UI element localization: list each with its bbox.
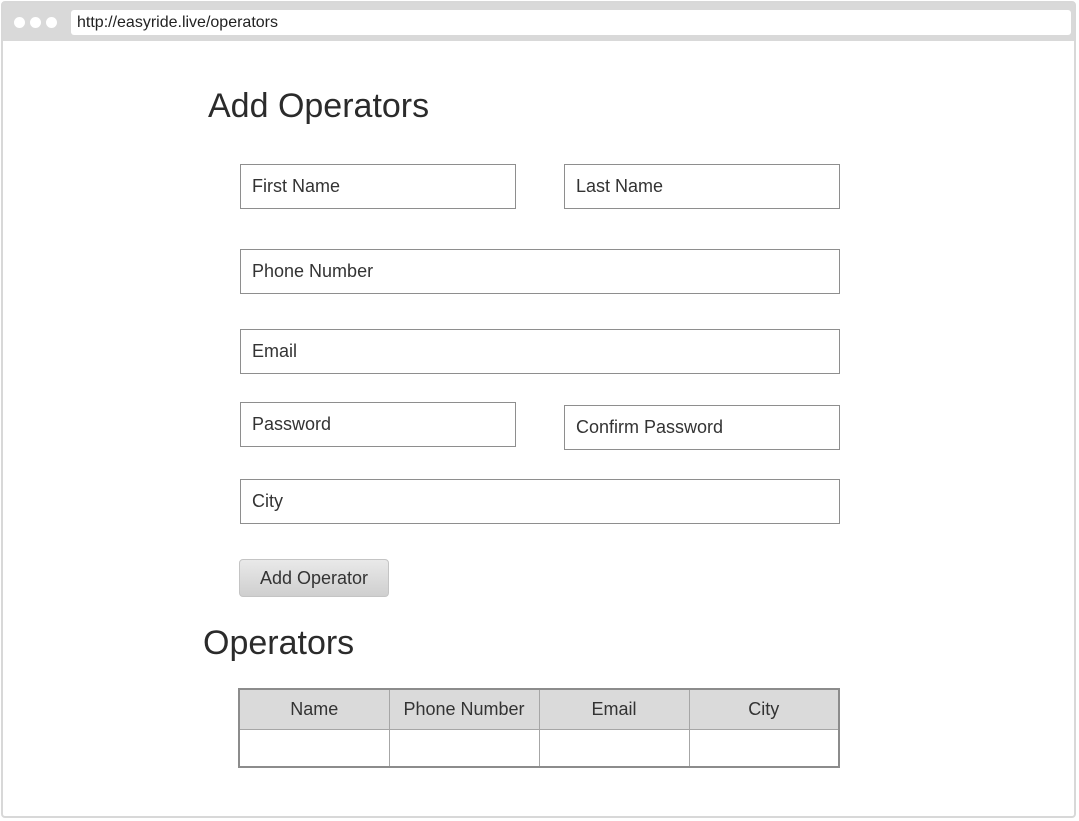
operators-table: Name Phone Number Email City bbox=[238, 688, 840, 768]
table-cell-name bbox=[238, 729, 390, 768]
column-header-city: City bbox=[688, 688, 840, 730]
column-header-phone-number: Phone Number bbox=[388, 688, 540, 730]
table-header-row: Name Phone Number Email City bbox=[238, 688, 840, 730]
window-dot-icon bbox=[14, 17, 25, 28]
table-cell-phone-number bbox=[388, 729, 540, 768]
city-input[interactable] bbox=[240, 479, 840, 524]
column-header-name: Name bbox=[238, 688, 390, 730]
email-input[interactable] bbox=[240, 329, 840, 374]
column-header-email: Email bbox=[538, 688, 690, 730]
add-operator-button[interactable]: Add Operator bbox=[239, 559, 389, 597]
operators-heading: Operators bbox=[203, 624, 355, 662]
table-cell-city bbox=[688, 729, 840, 768]
table-cell-email bbox=[538, 729, 690, 768]
table-row bbox=[238, 729, 840, 768]
last-name-input[interactable] bbox=[564, 164, 840, 209]
password-input[interactable] bbox=[240, 402, 516, 447]
page-title: Add Operators bbox=[208, 87, 430, 125]
browser-titlebar: http://easyride.live/operators bbox=[3, 3, 1074, 41]
first-name-input[interactable] bbox=[240, 164, 516, 209]
phone-number-input[interactable] bbox=[240, 249, 840, 294]
address-bar[interactable]: http://easyride.live/operators bbox=[71, 10, 1071, 35]
browser-window: http://easyride.live/operators Add Opera… bbox=[1, 1, 1076, 818]
window-dot-icon bbox=[30, 17, 41, 28]
confirm-password-input[interactable] bbox=[564, 405, 840, 450]
window-dot-icon bbox=[46, 17, 57, 28]
